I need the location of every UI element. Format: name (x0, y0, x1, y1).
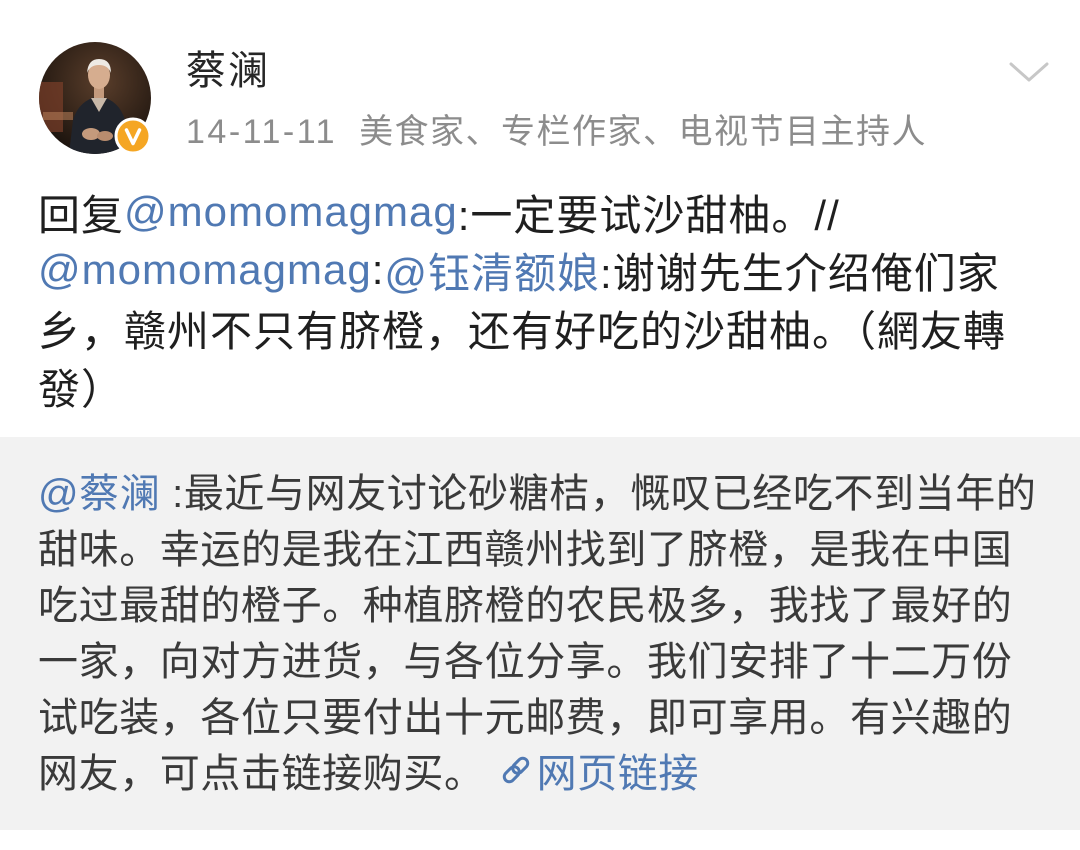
weibo-post: 蔡澜 14-11-11 美食家、专栏作家、电视节目主持人 回复 @momomag… (0, 0, 1080, 850)
body-text: :谢谢先生介绍俺们家 (600, 249, 1000, 297)
web-link-label: 网页链接 (536, 752, 700, 796)
mention-link[interactable]: @momomagmag (124, 188, 458, 236)
author-name[interactable]: 蔡澜 (186, 46, 270, 96)
body-text: 發） (38, 365, 125, 413)
post-body-line: 發） (38, 357, 1058, 415)
verified-badge-icon (114, 117, 152, 155)
post-meta: 14-11-11 美食家、专栏作家、电视节目主持人 (186, 110, 927, 154)
mention-link[interactable]: @蔡澜 (38, 461, 160, 519)
retweet-text: 试吃装，各位只要付出十元邮费，即可享用。有兴趣的 (38, 696, 1013, 740)
retweet-text: 一家，向对方进货，与各位分享。我们安排了十二万份 (38, 640, 1013, 684)
retweet-line: @蔡澜 :最近与网友讨论砂糖桔，慨叹已经吃不到当年的 (38, 462, 1068, 518)
post-body: 回复 @momomagmag :一定要试沙甜柚。// @momomagmag :… (38, 183, 1058, 415)
web-link[interactable]: 网页链接 (499, 741, 699, 799)
chevron-down-icon[interactable] (1006, 56, 1052, 88)
post-body-line: 回复 @momomagmag :一定要试沙甜柚。// (38, 183, 1058, 241)
body-text: :一定要试沙甜柚。// (457, 191, 840, 239)
post-body-line: 乡，赣州不只有脐橙，还有好吃的沙甜柚。（網友轉 (38, 299, 1058, 357)
retweet-text: 甜味。幸运的是我在江西赣州找到了脐橙，是我在中国 (38, 528, 1013, 572)
post-date: 14-11-11 (186, 113, 338, 151)
author-description: 美食家、专栏作家、电视节目主持人 (359, 113, 928, 151)
retweeted-post-body: @蔡澜 :最近与网友讨论砂糖桔，慨叹已经吃不到当年的 甜味。幸运的是我在江西赣州… (38, 462, 1068, 798)
body-text: 乡，赣州不只有脐橙，还有好吃的沙甜柚。（網友轉 (38, 307, 1007, 355)
retweet-line: 吃过最甜的橙子。种植脐橙的农民极多，我找了最好的 (38, 574, 1068, 630)
retweet-text: :最近与网友讨论砂糖桔，慨叹已经吃不到当年的 (160, 472, 1037, 516)
retweet-line: 一家，向对方进货，与各位分享。我们安排了十二万份 (38, 630, 1068, 686)
retweet-line: 甜味。幸运的是我在江西赣州找到了脐橙，是我在中国 (38, 518, 1068, 574)
body-text: 回复 (38, 191, 125, 239)
retweet-text: 吃过最甜的橙子。种植脐橙的农民极多，我找了最好的 (38, 584, 1013, 628)
retweet-line: 试吃装，各位只要付出十元邮费，即可享用。有兴趣的 (38, 686, 1068, 742)
post-body-line: @momomagmag : @钰清额娘 :谢谢先生介绍俺们家 (38, 241, 1058, 299)
retweet-line: 网友，可点击链接购买。 网页链接 (38, 742, 1068, 798)
body-text: : (371, 246, 385, 293)
mention-link[interactable]: @momomagmag (38, 246, 372, 294)
link-icon (499, 753, 533, 787)
retweeted-post[interactable]: @蔡澜 :最近与网友讨论砂糖桔，慨叹已经吃不到当年的 甜味。幸运的是我在江西赣州… (0, 437, 1080, 830)
retweet-text: 网友，可点击链接购买。 (38, 752, 485, 796)
mention-link[interactable]: @钰清额娘 (384, 240, 600, 301)
